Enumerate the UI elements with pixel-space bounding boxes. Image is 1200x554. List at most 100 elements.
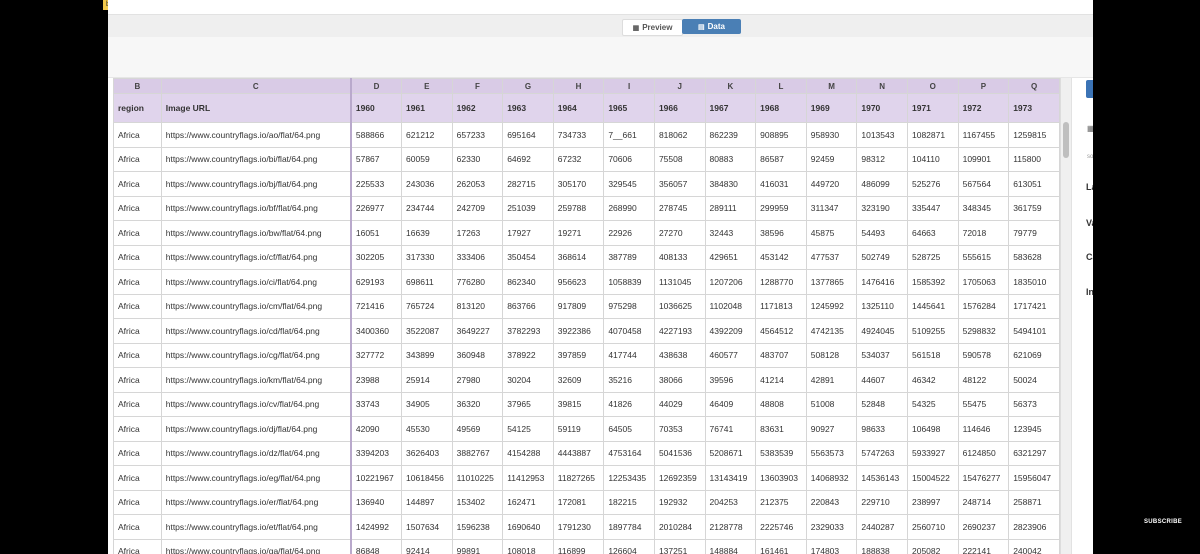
value-cell[interactable]: 528725	[906, 244, 959, 270]
value-cell[interactable]: 123945	[1008, 416, 1060, 442]
value-cell[interactable]: 734733	[552, 122, 605, 148]
value-cell[interactable]: 2225746	[755, 514, 807, 540]
value-cell[interactable]: 1245992	[805, 293, 858, 319]
value-cell[interactable]: 5208671	[704, 440, 757, 466]
value-cell[interactable]: 161461	[755, 538, 807, 554]
value-cell[interactable]: 259788	[552, 195, 605, 221]
value-cell[interactable]: 1476416	[856, 269, 908, 295]
value-cell[interactable]: 305170	[552, 171, 605, 197]
value-cell[interactable]: 453142	[755, 244, 807, 270]
value-cell[interactable]: 19271	[552, 220, 605, 246]
value-cell[interactable]: 14068932	[805, 465, 858, 491]
value-cell[interactable]: 1259815	[1008, 122, 1060, 148]
value-cell[interactable]: 16051	[350, 220, 403, 246]
value-cell[interactable]: 621212	[401, 122, 453, 148]
value-cell[interactable]: 1690640	[502, 514, 554, 540]
region-cell[interactable]: Africa	[113, 342, 162, 368]
value-cell[interactable]: 222141	[957, 538, 1010, 554]
value-cell[interactable]: 695164	[502, 122, 554, 148]
value-cell[interactable]: 72018	[957, 220, 1010, 246]
value-cell[interactable]: 188838	[856, 538, 908, 554]
value-cell[interactable]: 33743	[350, 391, 403, 417]
value-cell[interactable]: 14536143	[856, 465, 908, 491]
value-cell[interactable]: 1102048	[704, 293, 757, 319]
value-cell[interactable]: 5563573	[805, 440, 858, 466]
value-cell[interactable]: 416031	[755, 171, 807, 197]
value-cell[interactable]: 384830	[704, 171, 757, 197]
image-url-cell[interactable]: https://www.countryflags.io/bj/flat/64.p…	[160, 171, 352, 197]
value-cell[interactable]: 38596	[755, 220, 807, 246]
value-cell[interactable]: 60059	[401, 146, 453, 172]
column-header[interactable]: Image URL	[160, 93, 352, 123]
value-cell[interactable]: 92459	[805, 146, 858, 172]
value-cell[interactable]: 486099	[856, 171, 908, 197]
value-cell[interactable]: 317330	[401, 244, 453, 270]
column-letter-G[interactable]: G	[502, 78, 554, 94]
value-cell[interactable]: 42891	[805, 367, 858, 393]
value-cell[interactable]: 1897784	[603, 514, 655, 540]
value-cell[interactable]: 34905	[401, 391, 453, 417]
value-cell[interactable]: 378922	[502, 342, 554, 368]
column-letter-P[interactable]: P	[957, 78, 1010, 94]
column-header[interactable]: 1973	[1008, 93, 1060, 123]
value-cell[interactable]: 1576284	[957, 293, 1010, 319]
value-cell[interactable]: 46409	[704, 391, 757, 417]
value-cell[interactable]: 1082871	[906, 122, 959, 148]
value-cell[interactable]: 144897	[401, 489, 453, 515]
value-cell[interactable]: 862239	[704, 122, 757, 148]
value-cell[interactable]: 5109255	[906, 318, 959, 344]
value-cell[interactable]: 148884	[704, 538, 757, 554]
value-cell[interactable]: 10221967	[350, 465, 403, 491]
value-cell[interactable]: 27270	[653, 220, 706, 246]
value-cell[interactable]: 83631	[755, 416, 807, 442]
value-cell[interactable]: 92414	[401, 538, 453, 554]
column-letter-F[interactable]: F	[451, 78, 504, 94]
column-header[interactable]: 1966	[653, 93, 706, 123]
value-cell[interactable]: 460577	[704, 342, 757, 368]
value-cell[interactable]: 13143419	[704, 465, 757, 491]
value-cell[interactable]: 1717421	[1008, 293, 1060, 319]
value-cell[interactable]: 323190	[856, 195, 908, 221]
region-cell[interactable]: Africa	[113, 146, 162, 172]
value-cell[interactable]: 5494101	[1008, 318, 1060, 344]
value-cell[interactable]: 502749	[856, 244, 908, 270]
image-url-cell[interactable]: https://www.countryflags.io/ao/flat/64.p…	[160, 122, 352, 148]
value-cell[interactable]: 45875	[805, 220, 858, 246]
image-url-cell[interactable]: https://www.countryflags.io/bw/flat/64.p…	[160, 220, 352, 246]
value-cell[interactable]: 64663	[906, 220, 959, 246]
region-cell[interactable]: Africa	[113, 514, 162, 540]
value-cell[interactable]: 32609	[552, 367, 605, 393]
value-cell[interactable]: 621069	[1008, 342, 1060, 368]
region-cell[interactable]: Africa	[113, 440, 162, 466]
value-cell[interactable]: 5383539	[755, 440, 807, 466]
image-url-cell[interactable]: https://www.countryflags.io/dj/flat/64.p…	[160, 416, 352, 442]
column-header[interactable]: 1961	[401, 93, 453, 123]
value-cell[interactable]: 15476277	[957, 465, 1010, 491]
image-url-cell[interactable]: https://www.countryflags.io/cm/flat/64.p…	[160, 293, 352, 319]
value-cell[interactable]: 1585392	[906, 269, 959, 295]
value-cell[interactable]: 54493	[856, 220, 908, 246]
value-cell[interactable]: 182215	[603, 489, 655, 515]
value-cell[interactable]: 62330	[451, 146, 504, 172]
column-letter-K[interactable]: K	[704, 78, 757, 94]
value-cell[interactable]: 1596238	[451, 514, 504, 540]
value-cell[interactable]: 3882767	[451, 440, 504, 466]
value-cell[interactable]: 2690237	[957, 514, 1010, 540]
value-cell[interactable]: 1131045	[653, 269, 706, 295]
side-panel-button[interactable]	[1086, 80, 1093, 98]
value-cell[interactable]: 56373	[1008, 391, 1060, 417]
value-cell[interactable]: 15956047	[1008, 465, 1060, 491]
value-cell[interactable]: 75508	[653, 146, 706, 172]
value-cell[interactable]: 90927	[805, 416, 858, 442]
value-cell[interactable]: 417744	[603, 342, 655, 368]
column-letter-C[interactable]: C	[160, 78, 352, 94]
image-url-cell[interactable]: https://www.countryflags.io/et/flat/64.p…	[160, 514, 352, 540]
value-cell[interactable]: 583628	[1008, 244, 1060, 270]
value-cell[interactable]: 54325	[906, 391, 959, 417]
value-cell[interactable]: 1288770	[755, 269, 807, 295]
value-cell[interactable]: 1705063	[957, 269, 1010, 295]
column-letter-H[interactable]: H	[552, 78, 605, 94]
value-cell[interactable]: 137251	[653, 538, 706, 554]
value-cell[interactable]: 721416	[350, 293, 403, 319]
value-cell[interactable]: 1325110	[856, 293, 908, 319]
